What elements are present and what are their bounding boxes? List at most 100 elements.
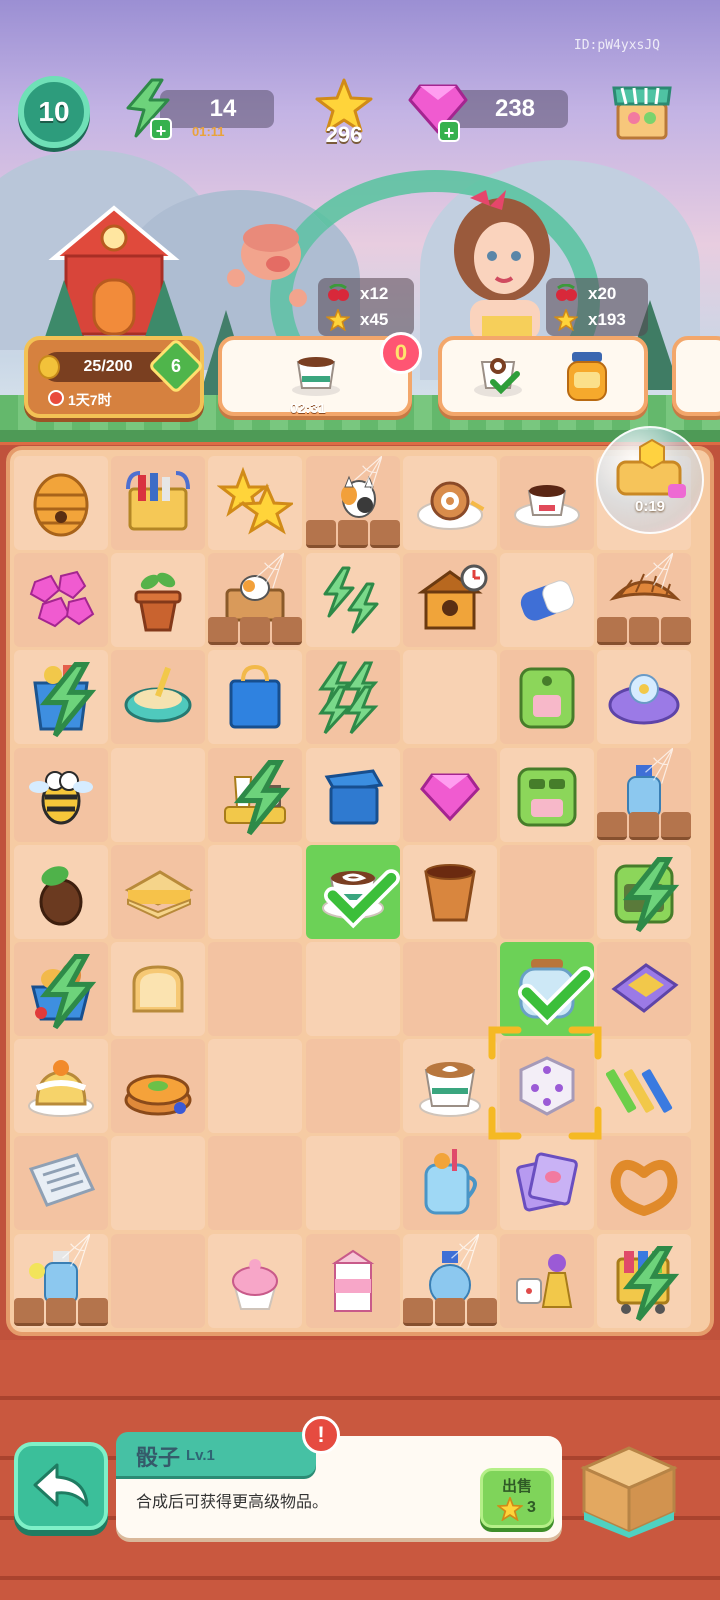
- item-bubble[interactable]: [596, 426, 704, 534]
- board-cell-bottle-locked[interactable]: [597, 747, 692, 842]
- energy-value: 14: [209, 95, 237, 122]
- board-cell-bread-basket-bolt[interactable]: [14, 942, 108, 1036]
- energy-timer: 01:11: [192, 124, 225, 139]
- board-cell-glass-jar-check[interactable]: [500, 942, 594, 1036]
- board-cell-energy-bolts-big[interactable]: [305, 650, 400, 745]
- board-cell-eraser[interactable]: [500, 553, 594, 648]
- sell-button[interactable]: 出售 3: [480, 1468, 554, 1528]
- item-level: Lv.1: [186, 1447, 215, 1464]
- add-gem-button[interactable]: +: [438, 120, 460, 143]
- board-cell-grocery-bag-bolt[interactable]: [14, 650, 108, 745]
- board-cell-empty[interactable]: [305, 1039, 400, 1134]
- board-cell-juice-jar[interactable]: [402, 1136, 497, 1231]
- board-cell-empty[interactable]: [111, 747, 206, 842]
- sell-label: 出售: [501, 1478, 532, 1495]
- sell-price: 3: [527, 1499, 536, 1516]
- board-cell-toy-mat[interactable]: [597, 650, 692, 745]
- board-cell-crayons[interactable]: [597, 1039, 692, 1134]
- storage-box-icon[interactable]: [574, 1428, 684, 1538]
- board-cell-cupcake[interactable]: [208, 1233, 303, 1328]
- berry-icon: [556, 284, 577, 301]
- add-energy-button[interactable]: +: [150, 118, 172, 141]
- plant-pot-icon: [134, 572, 182, 632]
- board-cell-milk-carton[interactable]: [305, 1233, 400, 1328]
- board-cell-pink-gems[interactable]: [14, 553, 108, 648]
- reward-2-berries: x20: [588, 284, 617, 303]
- bee-house-timer-icon: [417, 564, 488, 630]
- board-cell-pink-gem[interactable]: [402, 747, 497, 842]
- board-cell-empty[interactable]: [305, 942, 400, 1036]
- order-reward-2: x20 x193: [546, 278, 648, 336]
- house-progress-text: 25/200: [83, 358, 133, 375]
- board-cell-bottle-locked-2[interactable]: [14, 1233, 108, 1328]
- board-cell-latte-art[interactable]: [402, 1039, 497, 1134]
- energy-bolt-icon: [39, 662, 97, 738]
- board-cell-toast[interactable]: [111, 942, 206, 1036]
- player-level-value: 10: [38, 96, 70, 127]
- board-cell-empty[interactable]: [208, 1136, 303, 1231]
- player-level-badge[interactable]: 10: [18, 76, 90, 148]
- board-cell-energy-bolts[interactable]: [305, 553, 400, 648]
- board-cell-beehive[interactable]: [14, 456, 108, 550]
- board-cell-newspaper[interactable]: [14, 1136, 108, 1231]
- board-cell-litter-box[interactable]: [111, 650, 206, 745]
- board-cell-empty[interactable]: [111, 1136, 206, 1231]
- orange-pie-icon: [124, 1074, 192, 1116]
- board-cell-green-oven-bolt[interactable]: [597, 844, 692, 939]
- locked-crate: [305, 520, 400, 548]
- house-building[interactable]: [44, 200, 184, 340]
- board-cell-empty[interactable]: [111, 1233, 206, 1328]
- board-cell-orange-cake[interactable]: [14, 1039, 108, 1134]
- board-cell-tea-cup[interactable]: [402, 844, 497, 939]
- locked-crate: [597, 811, 692, 840]
- board-cell-swiss-roll-plate[interactable]: [402, 456, 497, 550]
- board-cell-coffee-cup-saucer[interactable]: [500, 456, 594, 550]
- green-toaster-icon: [519, 667, 575, 729]
- back-button[interactable]: [14, 1442, 108, 1530]
- board-cell-empty[interactable]: [402, 650, 497, 745]
- board-cell-two-stars[interactable]: [208, 456, 303, 550]
- alert-icon[interactable]: !: [302, 1416, 340, 1454]
- check-icon: [323, 869, 400, 929]
- board-cell-acorn[interactable]: [14, 844, 108, 939]
- house-panel[interactable]: 25/200 6 1天7时: [24, 336, 205, 418]
- board-cell-orange-pie[interactable]: [111, 1039, 206, 1134]
- board-cell-empty[interactable]: [208, 942, 303, 1036]
- board-cell-blue-bag[interactable]: [208, 650, 303, 745]
- energy-counter[interactable]: 14: [160, 90, 274, 128]
- star-icon: [497, 1497, 523, 1521]
- star-icon: [554, 309, 578, 331]
- board-cell-green-toaster[interactable]: [500, 650, 594, 745]
- board-cell-empty[interactable]: [500, 844, 594, 939]
- honey-jar-icon: [567, 352, 607, 401]
- board-cell-plant-pot[interactable]: [111, 553, 206, 648]
- board-cell-bee-house-timer[interactable]: [402, 553, 497, 648]
- check-icon: [490, 371, 520, 394]
- board-cell-file-rack[interactable]: [111, 456, 206, 550]
- board-cell-blue-box[interactable]: [305, 747, 400, 842]
- board-cell-latte-check[interactable]: [305, 844, 400, 939]
- board-cell-empty[interactable]: [208, 844, 303, 939]
- board-cell-croissants-locked[interactable]: [597, 553, 692, 648]
- locked-crate: [14, 1297, 108, 1326]
- board-cell-game-pieces[interactable]: [500, 1233, 594, 1328]
- order-card-2[interactable]: [438, 336, 648, 416]
- board-cell-bottle-locked-3[interactable]: [402, 1233, 497, 1328]
- board-cell-empty[interactable]: [305, 1136, 400, 1231]
- board-cell-empty[interactable]: [402, 942, 497, 1036]
- board-cell-tea-set-bolt[interactable]: [208, 747, 303, 842]
- board-cell-pretzel[interactable]: [597, 1136, 692, 1231]
- board-cell-bee[interactable]: [14, 747, 108, 842]
- game-pieces-icon: [516, 1253, 573, 1308]
- order-card-3[interactable]: [672, 336, 720, 416]
- board-cell-photo-cards[interactable]: [500, 1136, 594, 1231]
- board-cell-green-toaster-2[interactable]: [500, 747, 594, 842]
- board-cell-empty[interactable]: [208, 1039, 303, 1134]
- board-cell-cart-bolt[interactable]: [597, 1233, 692, 1328]
- board-cell-cat-box-locked[interactable]: [208, 553, 303, 648]
- blue-bag-icon: [229, 665, 281, 729]
- shop-icon[interactable]: [610, 74, 674, 144]
- board-cell-sandwich[interactable]: [111, 844, 206, 939]
- board-cell-purple-tray[interactable]: [597, 942, 692, 1036]
- board-cell-cat-locked[interactable]: [305, 456, 400, 550]
